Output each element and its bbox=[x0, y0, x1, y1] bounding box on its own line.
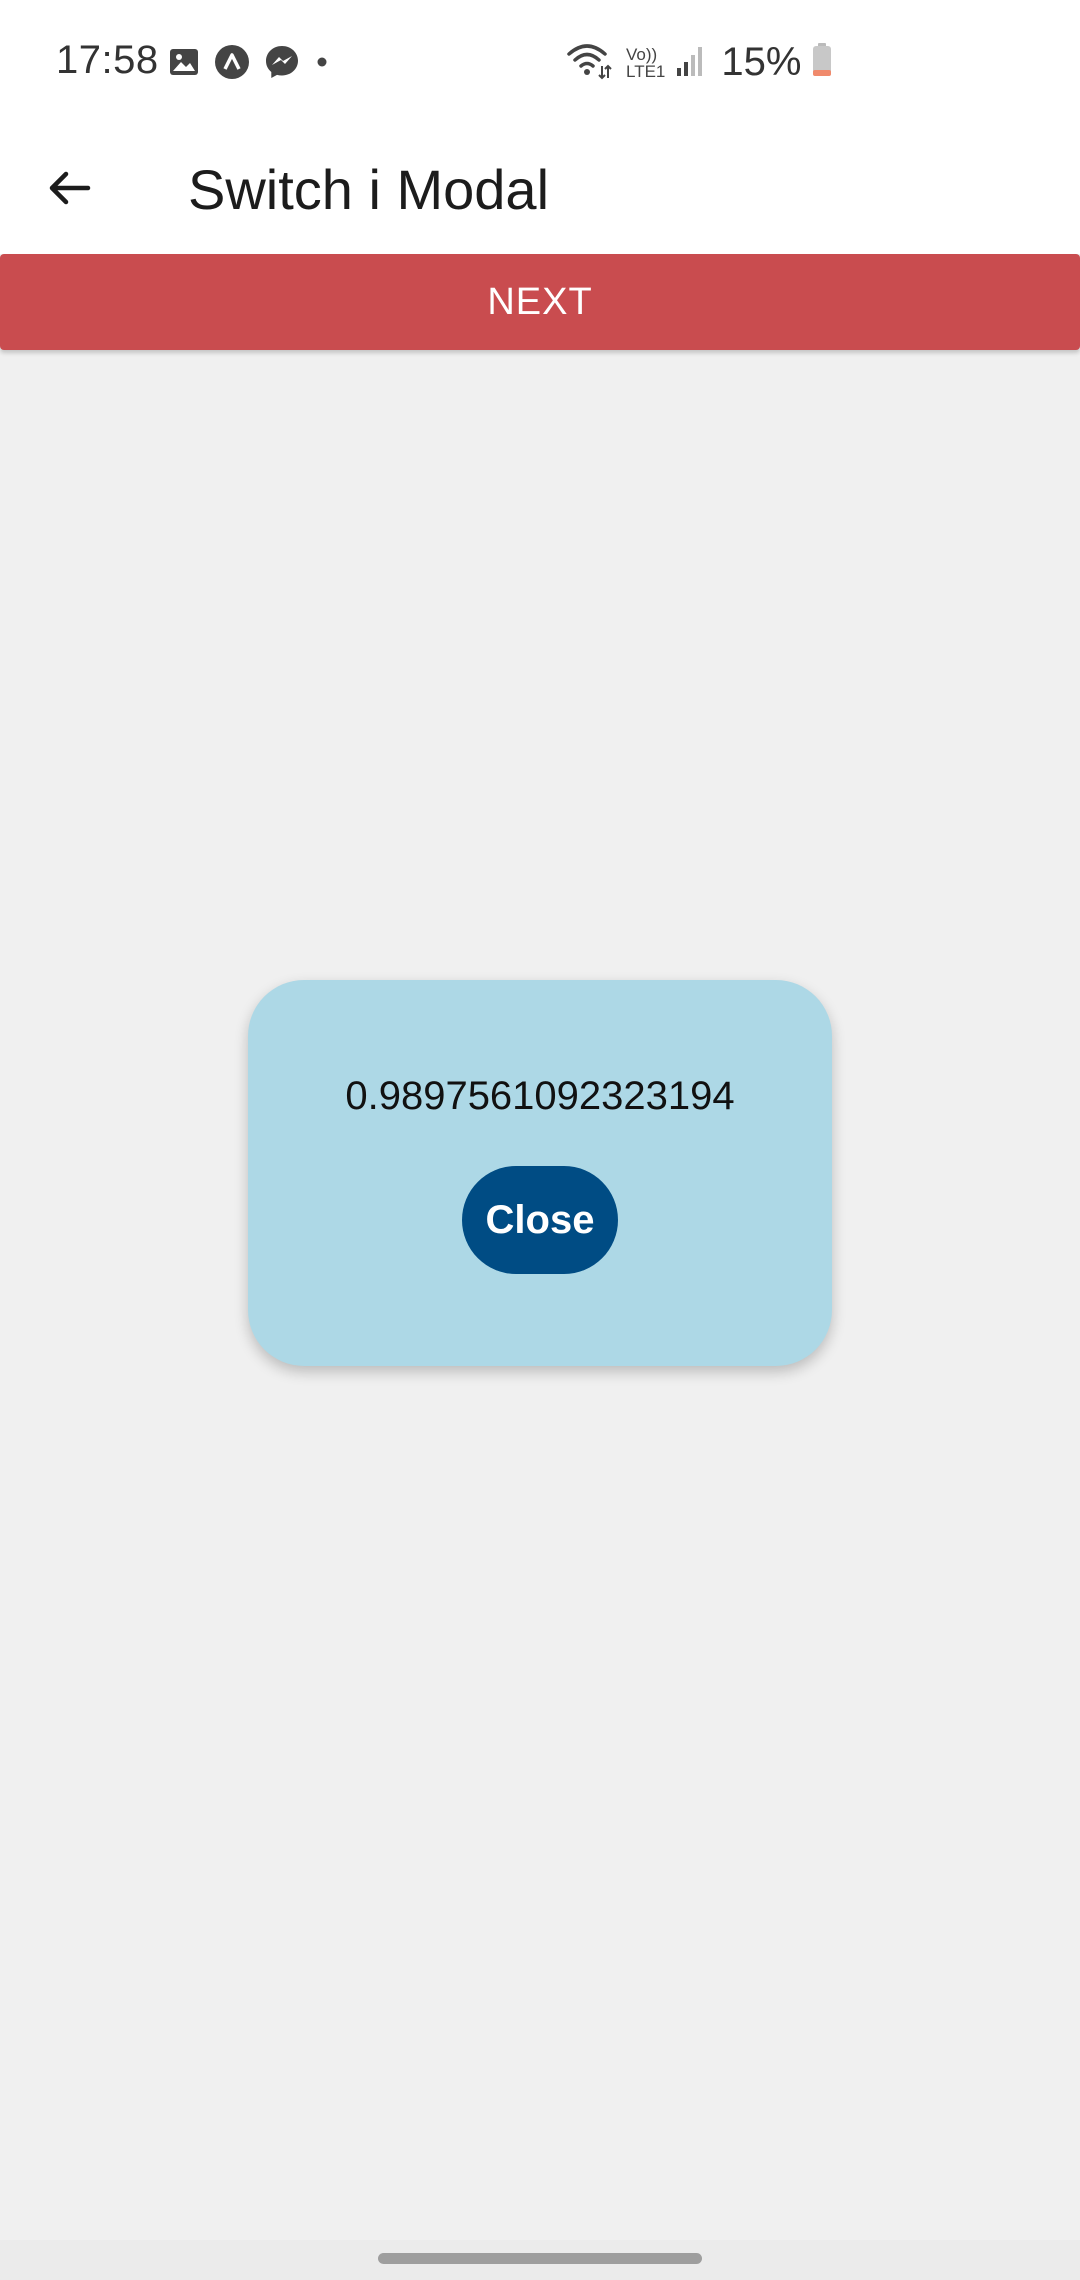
expo-icon bbox=[214, 44, 250, 80]
battery-percent: 15% bbox=[721, 40, 802, 84]
wifi-icon bbox=[566, 40, 612, 85]
battery-icon bbox=[811, 42, 833, 83]
lte-label: LTE1 bbox=[626, 61, 666, 81]
modal-dialog: 0.9897561092323194 Close bbox=[248, 980, 832, 1366]
random-value-text: 0.9897561092323194 bbox=[345, 1074, 735, 1118]
gesture-handle[interactable] bbox=[378, 2253, 702, 2264]
volte-icon: Vo)) LTE1 bbox=[626, 46, 665, 80]
back-button[interactable] bbox=[30, 148, 110, 228]
app-bar: Switch i Modal bbox=[0, 130, 1080, 254]
gallery-icon bbox=[168, 46, 200, 78]
status-indicators: Vo)) LTE1 15% bbox=[566, 40, 833, 85]
messenger-icon bbox=[264, 44, 300, 80]
dot-icon bbox=[314, 54, 330, 70]
notification-icons bbox=[168, 44, 330, 80]
next-button[interactable]: NEXT bbox=[0, 254, 1080, 350]
arrow-left-icon bbox=[49, 171, 91, 205]
signal-icon bbox=[675, 42, 705, 83]
status-bar: 17:58 Vo)) LTE1 15% bbox=[0, 0, 1080, 130]
close-button[interactable]: Close bbox=[462, 1166, 618, 1274]
page-title: Switch i Modal bbox=[188, 158, 550, 221]
status-time: 17:58 bbox=[56, 38, 159, 82]
volte-label: Vo)) bbox=[626, 44, 658, 64]
